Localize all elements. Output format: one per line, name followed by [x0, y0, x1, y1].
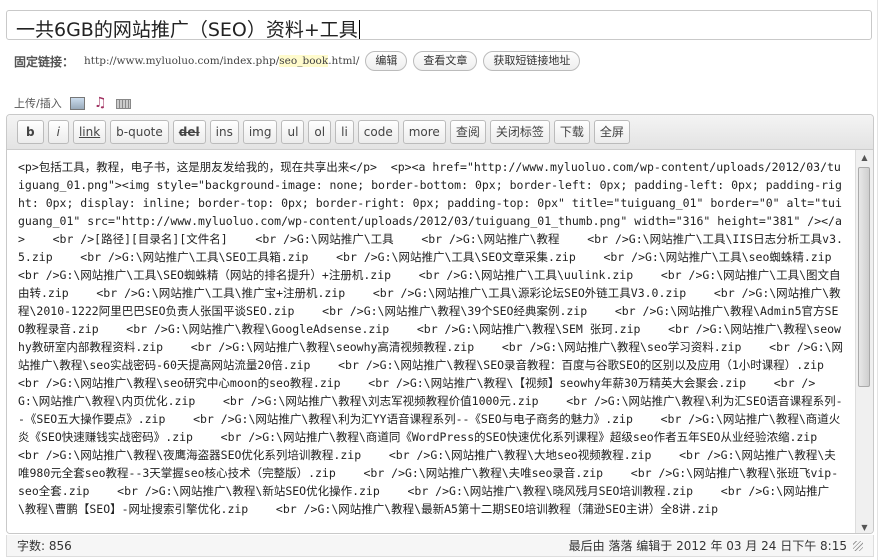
editor-content-text: <p>包括工具，教程，电子书，这是朋友发给我的，现在共享出来</p> <p><a…: [18, 160, 843, 516]
editor-content-area[interactable]: <p>包括工具，教程，电子书，这是朋友发给我的，现在共享出来</p> <p><a…: [7, 150, 855, 533]
code-button[interactable]: code: [357, 120, 399, 144]
resize-handle-icon[interactable]: [853, 540, 863, 551]
ol-button[interactable]: ol: [308, 120, 332, 144]
link-button[interactable]: link: [72, 120, 107, 144]
li-button[interactable]: li: [335, 120, 354, 144]
permalink-url-prefix: http://www.myluoluo.com/index.php/: [84, 55, 280, 67]
blockquote-button[interactable]: b-quote: [110, 120, 169, 144]
get-shortlink-button[interactable]: 获取短链接地址: [483, 51, 581, 71]
media-icon[interactable]: [115, 98, 131, 109]
editor-status-bar: 字数: 856 最后由 落落 编辑于 2012 年 03 月 24 日下午 8:…: [6, 535, 874, 557]
permalink-row: 固定链接： http://www.myluoluo.com/index.php/…: [14, 51, 581, 71]
media-buttons: ♫: [69, 96, 131, 110]
page-right-edge: [877, 0, 892, 560]
image-icon[interactable]: [69, 96, 85, 110]
upload-insert-row: 上传/插入 ♫: [14, 95, 131, 111]
lookup-button[interactable]: 查阅: [449, 120, 486, 144]
status-right: 最后由 落落 编辑于 2012 年 03 月 24 日下午 8:15: [569, 537, 863, 554]
word-count: 字数: 856: [17, 539, 72, 553]
post-title-field[interactable]: 一共6GB的网站推广（SEO）资料+工具: [6, 10, 872, 41]
close-tags-button[interactable]: 关闭标签: [489, 120, 550, 144]
scrollbar-thumb[interactable]: [858, 167, 870, 387]
del-button[interactable]: del: [172, 120, 206, 144]
text-caret: [358, 20, 360, 39]
permalink-label: 固定链接：: [14, 54, 75, 69]
italic-button[interactable]: i: [47, 120, 69, 144]
permalink-url[interactable]: http://www.myluoluo.com/index.php/seo_bo…: [84, 55, 359, 67]
music-icon[interactable]: ♫: [93, 96, 108, 110]
ins-button[interactable]: ins: [209, 120, 239, 144]
img-button[interactable]: img: [242, 120, 278, 144]
permalink-slug[interactable]: seo_book: [279, 55, 329, 67]
download-button[interactable]: 下载: [553, 120, 590, 144]
last-edit-info: 最后由 落落 编辑于 2012 年 03 月 24 日下午 8:15: [568, 539, 847, 553]
html-editor: b i link b-quote del ins img ul ol li co…: [6, 114, 874, 534]
post-title-text: 一共6GB的网站推广（SEO）资料+工具: [16, 19, 360, 41]
view-post-button[interactable]: 查看文章: [413, 51, 478, 71]
bold-button[interactable]: b: [17, 120, 44, 144]
edit-permalink-button[interactable]: 编辑: [365, 51, 408, 71]
editor-scrollbar[interactable]: ▲ ▼: [855, 150, 873, 533]
more-button[interactable]: more: [402, 120, 446, 144]
ul-button[interactable]: ul: [281, 120, 305, 144]
upload-insert-label: 上传/插入: [14, 97, 62, 110]
fullscreen-button[interactable]: 全屏: [593, 120, 630, 144]
scroll-up-icon[interactable]: ▲: [856, 150, 873, 165]
quicktags-toolbar: b i link b-quote del ins img ul ol li co…: [7, 115, 873, 150]
scroll-down-icon[interactable]: ▼: [856, 520, 873, 533]
permalink-url-suffix: .html/: [328, 55, 360, 67]
